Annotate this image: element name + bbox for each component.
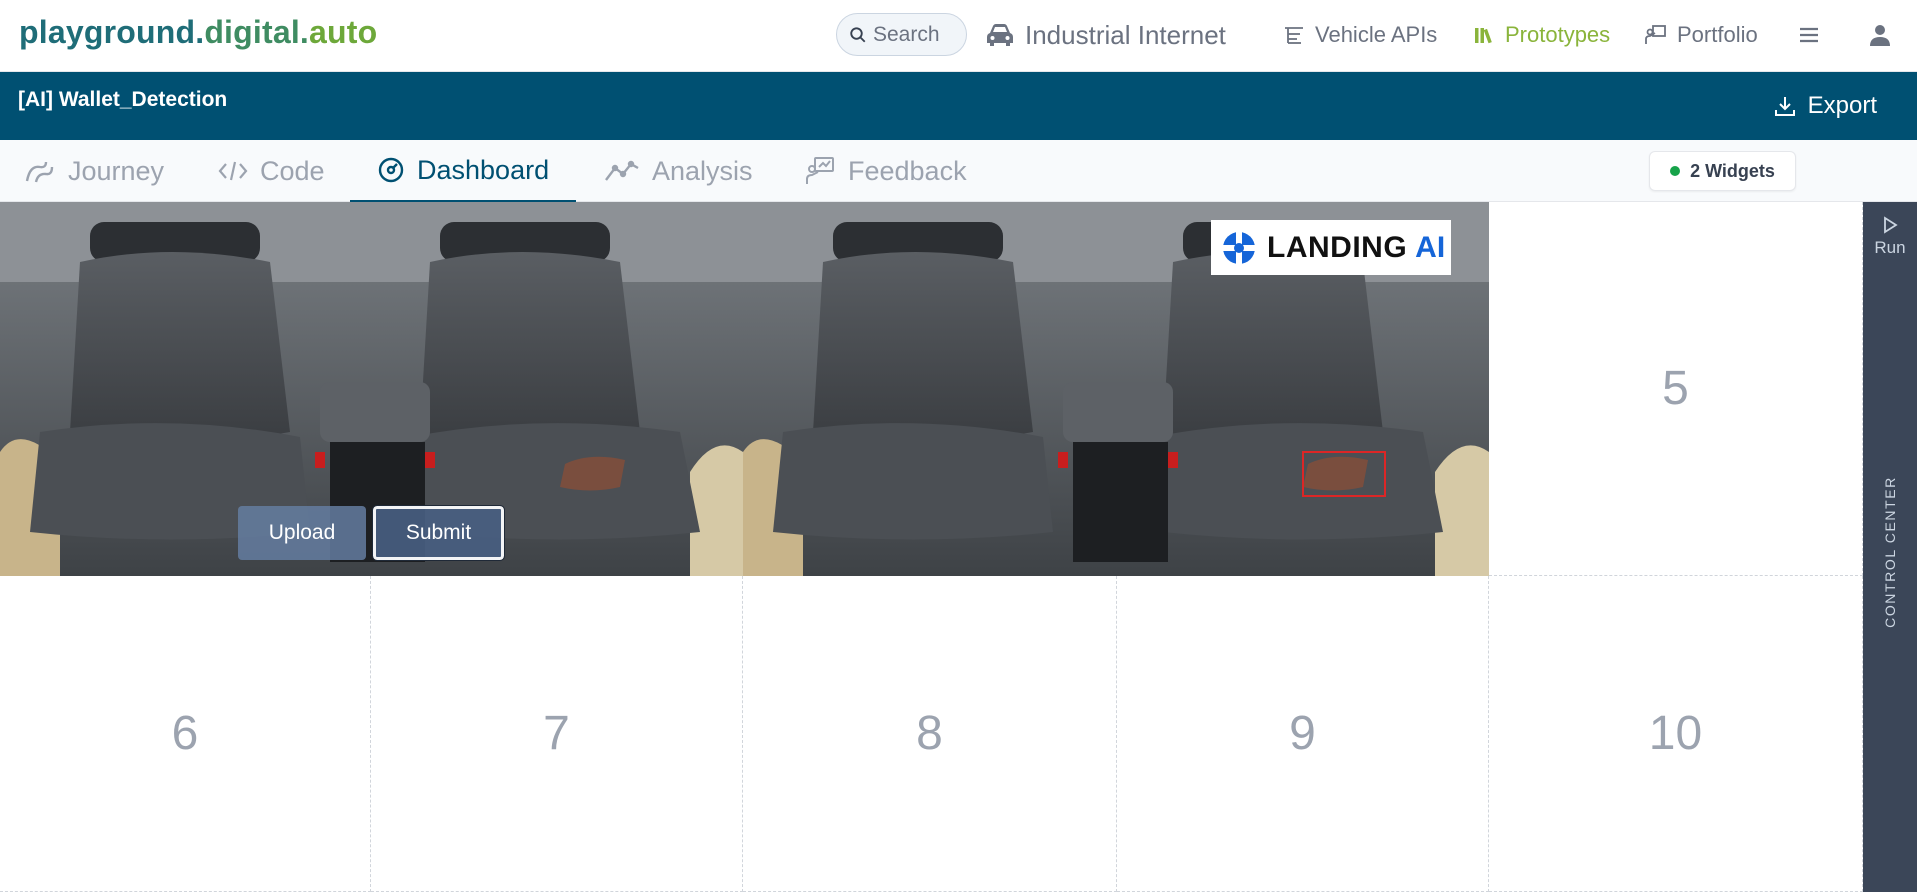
feedback-icon — [806, 157, 834, 184]
empty-widget-cell[interactable]: 9 — [1117, 576, 1489, 892]
play-icon — [1884, 216, 1898, 234]
search-icon — [850, 26, 866, 42]
nav-prototypes[interactable]: Prototypes — [1473, 18, 1610, 52]
export-label: Export — [1807, 92, 1877, 119]
top-nav: playground.digital.auto Industrial Inter… — [0, 0, 1917, 72]
wallet-detection-result-widget[interactable]: LANDING AI — [743, 202, 1489, 576]
presentation-icon — [1645, 25, 1666, 44]
tab-journey[interactable]: Journey — [24, 140, 164, 202]
menu-button[interactable] — [1799, 18, 1829, 52]
user-menu-button[interactable] — [1868, 18, 1902, 52]
wallet-detection-box — [1302, 451, 1386, 497]
landing-ai-accent: AI — [1415, 230, 1446, 264]
tab-code[interactable]: Code — [218, 140, 325, 202]
gauge-icon — [378, 157, 404, 183]
journey-icon — [25, 161, 54, 183]
wallet-upload-widget[interactable]: Upload Submit — [0, 202, 743, 576]
logo-part-3: auto — [309, 14, 378, 50]
tab-analysis-label: Analysis — [652, 155, 753, 186]
chart-line-icon — [605, 160, 639, 181]
user-icon — [1870, 25, 1890, 46]
app-logo[interactable]: playground.digital.auto — [19, 14, 377, 51]
prototype-header: [AI] Wallet_Detection Export — [0, 72, 1917, 140]
empty-widget-cell[interactable]: 5 — [1489, 202, 1863, 576]
nav-prototypes-label: Prototypes — [1505, 22, 1611, 47]
tab-feedback-label: Feedback — [848, 155, 967, 186]
nav-portfolio[interactable]: Portfolio — [1645, 18, 1758, 52]
nav-portfolio-label: Portfolio — [1677, 22, 1758, 47]
logo-part-1: playground. — [19, 14, 205, 50]
control-center-panel[interactable]: Run CONTROL CENTER — [1863, 202, 1917, 892]
tab-analysis[interactable]: Analysis — [604, 140, 753, 202]
export-button[interactable]: Export — [1774, 92, 1877, 120]
empty-widget-cell[interactable]: 7 — [371, 576, 743, 892]
widgets-count-label: 2 Widgets — [1690, 160, 1775, 181]
empty-widget-cell[interactable]: 8 — [743, 576, 1117, 892]
empty-widget-cell[interactable]: 6 — [0, 576, 371, 892]
submit-button[interactable]: Submit — [372, 505, 505, 561]
status-dot — [1670, 166, 1681, 176]
tab-dashboard[interactable]: Dashboard — [350, 140, 577, 202]
dashboard-grid: Upload Submit LANDING AI 5 6 7 8 9 10 — [0, 202, 1863, 892]
nav-vehicle-apis[interactable]: Vehicle APIs — [1283, 18, 1437, 52]
hamburger-icon — [1800, 27, 1818, 43]
nav-vehicle-label: Vehicle APIs — [1315, 22, 1438, 47]
landing-ai-mark-icon — [1223, 231, 1255, 264]
landing-ai-text: LANDING — [1267, 230, 1408, 264]
prototype-tabs: Journey Code Dashboard Analysis Feedback… — [0, 140, 1917, 202]
control-center-label: CONTROL CENTER — [1882, 476, 1898, 628]
upload-button[interactable]: Upload — [238, 506, 366, 560]
tab-feedback[interactable]: Feedback — [806, 140, 967, 202]
empty-widget-cell[interactable]: 10 — [1489, 576, 1863, 892]
tab-code-label: Code — [260, 155, 325, 186]
tab-dashboard-label: Dashboard — [417, 154, 550, 185]
nav-industrial-internet[interactable]: Industrial Internet — [985, 18, 1226, 52]
prototype-title: [AI] Wallet_Detection — [18, 88, 228, 111]
widgets-count-badge[interactable]: 2 Widgets — [1649, 151, 1796, 191]
run-button[interactable]: Run — [1863, 216, 1917, 258]
search-box[interactable] — [836, 13, 967, 56]
search-input[interactable] — [873, 22, 963, 47]
code-icon — [218, 161, 248, 181]
car-icon — [987, 24, 1013, 46]
tree-list-icon — [1285, 27, 1303, 44]
download-icon — [1774, 97, 1795, 116]
logo-part-2: digital. — [204, 14, 310, 50]
library-icon — [1475, 28, 1492, 44]
landing-ai-logo: LANDING AI — [1211, 220, 1451, 275]
car-interior-image — [0, 202, 743, 576]
nav-industrial-label: Industrial Internet — [1025, 19, 1226, 50]
tab-journey-label: Journey — [68, 155, 165, 186]
run-label: Run — [1874, 238, 1906, 257]
